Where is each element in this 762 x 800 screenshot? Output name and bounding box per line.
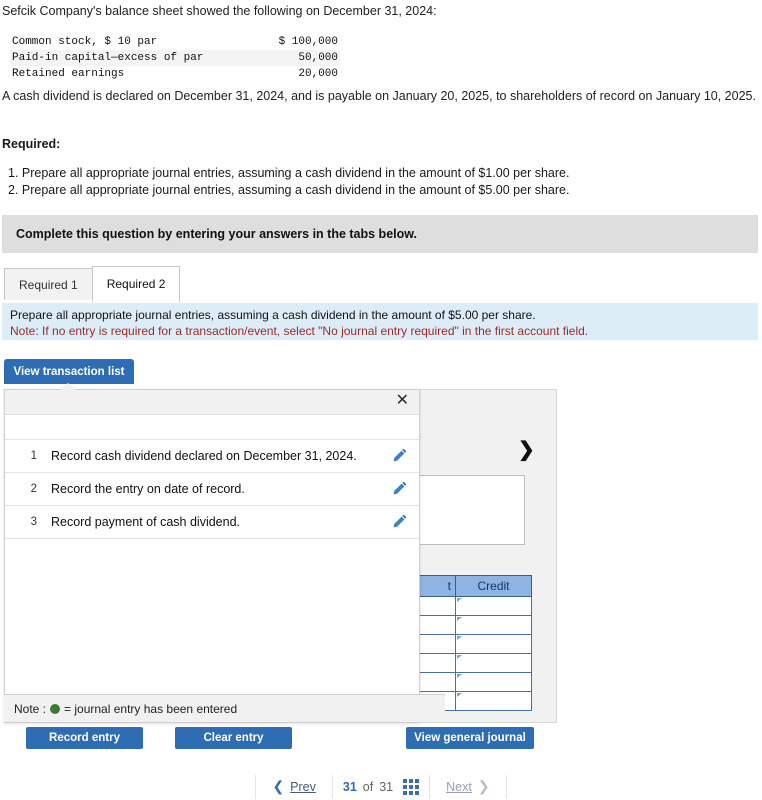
- of-label: of: [362, 779, 374, 794]
- column-header-credit: Credit: [455, 575, 532, 597]
- transaction-number: 2: [30, 483, 37, 495]
- bs-label: Common stock, $ 10 par: [12, 36, 158, 48]
- tab-required-2[interactable]: Required 2: [91, 266, 181, 302]
- table-row: [408, 672, 532, 692]
- table-row: Paid-in capital—excess of par 50,000: [10, 50, 340, 66]
- journal-entry-note: Note : = journal entry has been entered: [4, 694, 445, 722]
- table-row: [408, 634, 532, 654]
- transaction-description: Record the entry on date of record.: [51, 482, 245, 496]
- instruction-note-line: Note: If no entry is required for a tran…: [10, 324, 589, 338]
- credit-cell[interactable]: [455, 672, 532, 692]
- credit-cell[interactable]: [455, 634, 532, 654]
- credit-cell[interactable]: [455, 596, 532, 616]
- green-dot-icon: [50, 703, 61, 714]
- credit-cell[interactable]: [455, 653, 532, 673]
- required-item-2: 2. Prepare all appropriate journal entri…: [8, 183, 570, 197]
- credit-cell[interactable]: [455, 691, 532, 711]
- question-intro: Sefcik Company's balance sheet showed th…: [2, 4, 437, 18]
- list-item[interactable]: 2 Record the entry on date of record.: [5, 473, 419, 506]
- question-paragraph: A cash dividend is declared on December …: [2, 89, 756, 103]
- pencil-icon[interactable]: [381, 480, 419, 499]
- transaction-description: Record cash dividend declared on Decembe…: [51, 449, 357, 463]
- footer-navigation: ❮ Prev 31 of 31 Next ❯: [0, 773, 762, 800]
- note-text: = journal entry has been entered: [64, 701, 238, 716]
- pencil-icon[interactable]: [381, 447, 419, 466]
- transaction-number: 3: [30, 516, 37, 528]
- balance-sheet-table: Common stock, $ 10 par $ 100,000 Paid-in…: [10, 34, 340, 82]
- chevron-left-icon: ❮: [272, 778, 285, 794]
- list-item[interactable]: 3 Record payment of cash dividend.: [5, 506, 419, 539]
- tab-required-1[interactable]: Required 1: [4, 268, 93, 302]
- table-row: Retained earnings 20,000: [10, 66, 340, 82]
- transaction-number: 1: [30, 450, 37, 462]
- chevron-right-icon: ❯: [477, 778, 490, 794]
- journal-header-row: t Credit: [408, 575, 532, 597]
- transaction-description: Record payment of cash dividend.: [51, 515, 240, 529]
- required-item-1: 1. Prepare all appropriate journal entri…: [8, 166, 570, 180]
- total-pages: 31: [379, 779, 394, 794]
- chevron-right-icon[interactable]: ❯: [518, 440, 535, 460]
- required-heading: Required:: [2, 137, 61, 151]
- table-row: [408, 596, 532, 616]
- view-general-journal-button[interactable]: View general journal: [406, 727, 534, 749]
- record-entry-button[interactable]: Record entry: [26, 727, 143, 749]
- current-page: 31: [342, 779, 357, 794]
- divider: [505, 774, 507, 799]
- table-row: Common stock, $ 10 par $ 100,000: [10, 34, 340, 50]
- bs-amount: $ 100,000: [278, 36, 338, 48]
- next-button[interactable]: Next ❯: [430, 778, 505, 795]
- popup-header: ✕: [5, 390, 419, 415]
- prev-button[interactable]: ❮ Prev: [256, 778, 331, 795]
- list-item[interactable]: 1 Record cash dividend declared on Decem…: [5, 439, 419, 473]
- bs-amount: 50,000: [259, 50, 340, 66]
- transaction-list: 1 Record cash dividend declared on Decem…: [5, 415, 419, 539]
- view-transaction-list-button[interactable]: View transaction list: [4, 359, 134, 384]
- grid-icon[interactable]: [403, 778, 420, 795]
- instruction-line-1: Prepare all appropriate journal entries,…: [10, 308, 536, 322]
- answer-tabs: Required 1 Required 2: [4, 266, 181, 302]
- prev-label: Prev: [290, 779, 316, 794]
- pencil-icon-svg: [393, 481, 407, 494]
- credit-cell[interactable]: [455, 615, 532, 635]
- instruction-panel: Prepare all appropriate journal entries,…: [2, 303, 758, 340]
- complete-question-bar: Complete this question by entering your …: [2, 215, 758, 253]
- pencil-icon-svg: [393, 448, 407, 461]
- bs-amount: 20,000: [298, 68, 338, 80]
- next-label: Next: [446, 779, 472, 794]
- table-row: [408, 653, 532, 673]
- complete-question-text: Complete this question by entering your …: [16, 227, 417, 241]
- pencil-icon[interactable]: [381, 513, 419, 532]
- journal-entry-table: t Credit: [408, 575, 532, 711]
- bs-label: Retained earnings: [12, 68, 125, 80]
- transaction-list-popup: ✕ 1 Record cash dividend declared on Dec…: [4, 389, 420, 723]
- required-list: 1. Prepare all appropriate journal entri…: [8, 165, 748, 199]
- account-input-box[interactable]: [408, 475, 525, 545]
- popup-caret: [60, 383, 76, 390]
- close-icon[interactable]: ✕: [396, 391, 409, 411]
- note-prefix: Note :: [14, 701, 47, 716]
- pencil-icon-svg: [393, 514, 407, 527]
- clear-entry-button[interactable]: Clear entry: [175, 727, 292, 749]
- bs-label: Paid-in capital—excess of par: [10, 50, 260, 66]
- table-row: [408, 615, 532, 635]
- page-counter: 31 of 31: [333, 778, 429, 795]
